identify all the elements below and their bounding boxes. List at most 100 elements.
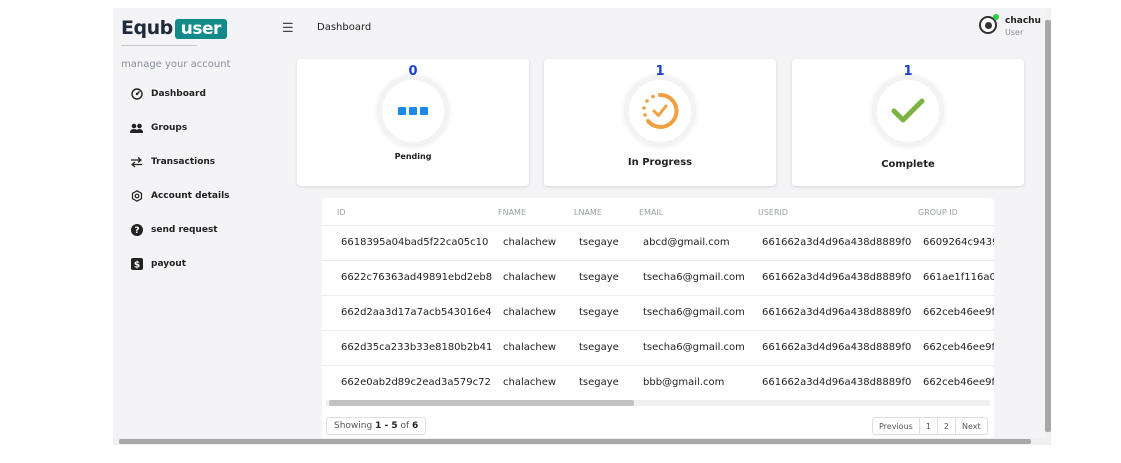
cell-group-id: 661ae1f116a097 bbox=[923, 272, 994, 283]
page-1-button[interactable]: 1 bbox=[920, 418, 938, 434]
in-progress-icon bbox=[642, 92, 679, 129]
table-row[interactable]: 6618395a04bad5f22ca05c10 chalachew tsega… bbox=[322, 225, 994, 260]
cell-email: bbb@gmail.com bbox=[643, 377, 725, 388]
svg-text:$: $ bbox=[133, 260, 139, 270]
column-header-email[interactable]: EMAIL bbox=[639, 208, 663, 217]
page-vertical-scroll-thumb[interactable] bbox=[1045, 20, 1051, 432]
sidebar-item-transactions[interactable]: Transactions bbox=[130, 152, 215, 172]
sidebar-caption: manage your account bbox=[121, 59, 231, 70]
sidebar-item-account-details[interactable]: Account details bbox=[130, 186, 230, 206]
page-horizontal-scroll-thumb[interactable] bbox=[119, 439, 1031, 444]
dollar-icon: $ bbox=[130, 258, 143, 271]
sidebar-item-dashboard[interactable]: Dashboard bbox=[130, 84, 206, 104]
table-row[interactable]: 6622c76363ad49891ebd2eb8 chalachew tsega… bbox=[322, 260, 994, 295]
cell-lname: tsegaye bbox=[579, 237, 619, 248]
column-header-group-id[interactable]: GROUP ID bbox=[918, 208, 958, 217]
cell-userid: 661662a3d4d96a438d8889f0 bbox=[762, 342, 912, 353]
cell-email: tsecha6@gmail.com bbox=[643, 272, 745, 283]
sidebar-item-label: Groups bbox=[151, 123, 188, 133]
pending-card: 0 Pending bbox=[297, 59, 529, 186]
cell-id: 662e0ab2d89c2ead3a579c72 bbox=[341, 377, 491, 388]
sidebar-item-label: Dashboard bbox=[151, 89, 206, 99]
pagination: Previous 1 2 Next bbox=[872, 417, 988, 435]
cell-id: 6618395a04bad5f22ca05c10 bbox=[341, 237, 489, 248]
column-header-userid[interactable]: USERID bbox=[758, 208, 788, 217]
column-header-fname[interactable]: FNAME bbox=[498, 208, 526, 217]
complete-count: 1 bbox=[903, 64, 913, 79]
cell-lname: tsegaye bbox=[579, 272, 619, 283]
page-2-button[interactable]: 2 bbox=[938, 418, 956, 434]
sidebar-item-groups[interactable]: Groups bbox=[130, 118, 187, 138]
cell-email: abcd@gmail.com bbox=[643, 237, 730, 248]
cell-fname: chalachew bbox=[503, 342, 557, 353]
cell-userid: 661662a3d4d96a438d8889f0 bbox=[762, 377, 912, 388]
cell-userid: 661662a3d4d96a438d8889f0 bbox=[762, 307, 912, 318]
sidebar-item-payout[interactable]: $ payout bbox=[130, 254, 186, 274]
cell-fname: chalachew bbox=[503, 272, 557, 283]
sidebar-item-label: Transactions bbox=[151, 157, 216, 167]
in-progress-label: In Progress bbox=[627, 157, 693, 168]
sidebar-item-label: payout bbox=[151, 259, 186, 269]
table-header: ID FNAME LNAME EMAIL USERID GROUP ID bbox=[322, 198, 994, 225]
menu-toggle-icon[interactable]: ☰ bbox=[282, 20, 294, 36]
sidebar-item-label: Account details bbox=[151, 191, 230, 201]
users-icon bbox=[130, 122, 143, 135]
pending-circle bbox=[382, 80, 444, 142]
pending-label: Pending bbox=[394, 152, 432, 161]
table-row[interactable]: 662d35ca233b33e8180b2b41 chalachew tsega… bbox=[322, 330, 994, 365]
in-progress-card: 1 In Progress bbox=[544, 59, 776, 186]
sidebar: Equb user manage your account Dashboard G… bbox=[113, 8, 267, 445]
table-row[interactable]: 662e0ab2d89c2ead3a579c72 chalachew tsega… bbox=[322, 365, 994, 400]
pending-dots-icon bbox=[398, 107, 428, 115]
gear-icon bbox=[130, 190, 143, 203]
showing-range: 1 - 5 bbox=[375, 421, 398, 431]
cell-group-id: 662ceb46ee9f4f bbox=[923, 342, 994, 353]
table-scroll-thumb[interactable] bbox=[329, 400, 634, 406]
svg-text:?: ? bbox=[134, 226, 139, 236]
cell-group-id: 662ceb46ee9f4f bbox=[923, 377, 994, 388]
page-vertical-scrollbar[interactable] bbox=[1045, 8, 1051, 445]
in-progress-circle bbox=[629, 80, 691, 142]
cell-userid: 661662a3d4d96a438d8889f0 bbox=[762, 237, 912, 248]
cell-email: tsecha6@gmail.com bbox=[643, 307, 745, 318]
cell-lname: tsegaye bbox=[579, 342, 619, 353]
cell-id: 6622c76363ad49891ebd2eb8 bbox=[341, 272, 493, 283]
next-page-button[interactable]: Next bbox=[956, 418, 987, 434]
pending-count: 0 bbox=[408, 64, 418, 79]
user-name: chachu bbox=[1005, 16, 1041, 26]
cell-id: 662d2aa3d17a7acb543016e4 bbox=[341, 307, 492, 318]
complete-card: 1 Complete bbox=[792, 59, 1024, 186]
complete-circle bbox=[877, 80, 939, 142]
sidebar-item-label: send request bbox=[151, 225, 218, 235]
showing-prefix: Showing bbox=[334, 421, 373, 431]
app-window: Equb user manage your account Dashboard G… bbox=[113, 8, 1045, 445]
logo-divider bbox=[121, 45, 197, 46]
pagination-info: Showing 1 - 5 of 6 bbox=[326, 417, 427, 435]
cell-fname: chalachew bbox=[503, 377, 557, 388]
table-horizontal-scrollbar[interactable] bbox=[326, 400, 990, 406]
complete-label: Complete bbox=[881, 159, 935, 170]
table-row[interactable]: 662d2aa3d17a7acb543016e4 chalachew tsega… bbox=[322, 295, 994, 330]
cell-lname: tsegaye bbox=[579, 307, 619, 318]
column-header-lname[interactable]: LNAME bbox=[574, 208, 602, 217]
transfer-arrows-icon bbox=[130, 156, 143, 169]
cell-fname: chalachew bbox=[503, 307, 557, 318]
groups-table: ID FNAME LNAME EMAIL USERID GROUP ID 661… bbox=[322, 198, 994, 445]
online-status-indicator bbox=[993, 14, 999, 20]
page-horizontal-scrollbar[interactable] bbox=[113, 438, 1045, 445]
cell-lname: tsegaye bbox=[579, 377, 619, 388]
top-header: ☰ Dashboard chachu User bbox=[267, 8, 1045, 46]
brand-prefix: Equb bbox=[121, 17, 173, 39]
sidebar-item-send-request[interactable]: ? send request bbox=[130, 220, 218, 240]
showing-of: of bbox=[400, 421, 410, 431]
question-icon: ? bbox=[130, 224, 143, 237]
column-header-id[interactable]: ID bbox=[337, 208, 346, 217]
user-role: User bbox=[1005, 28, 1024, 37]
brand-logo[interactable]: Equb user bbox=[121, 17, 227, 39]
cell-fname: chalachew bbox=[503, 237, 557, 248]
cell-email: tsecha6@gmail.com bbox=[643, 342, 745, 353]
cell-id: 662d35ca233b33e8180b2b41 bbox=[341, 342, 493, 353]
dashboard-icon bbox=[130, 88, 143, 101]
brand-badge: user bbox=[174, 19, 227, 39]
previous-page-button[interactable]: Previous bbox=[873, 418, 920, 434]
